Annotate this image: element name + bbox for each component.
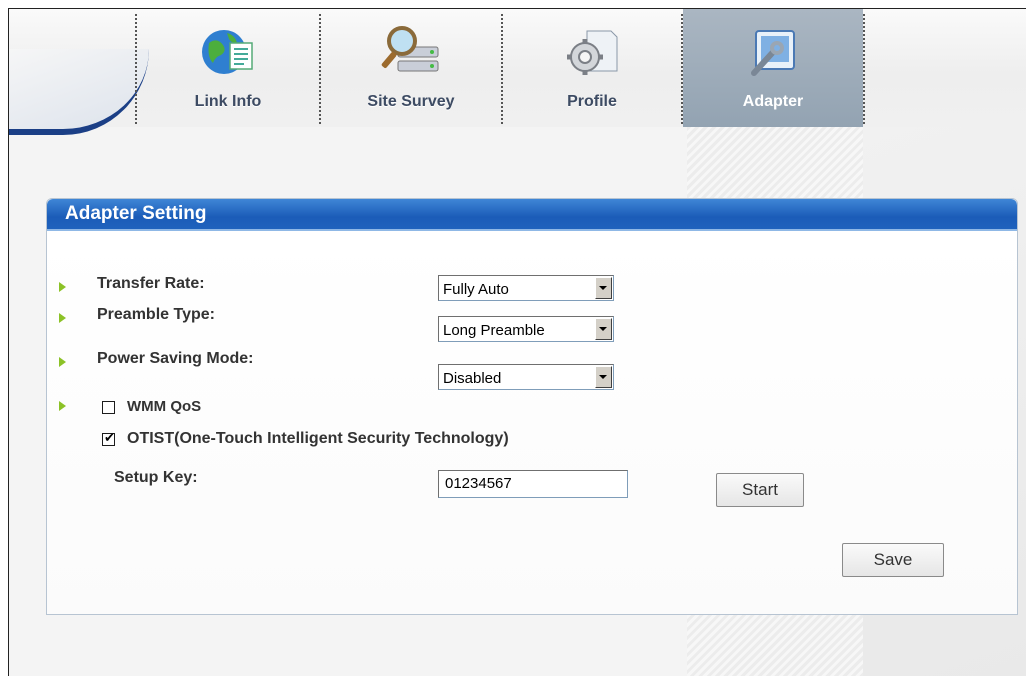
setup-key-input[interactable]: 01234567 — [438, 470, 628, 498]
tab-label: Profile — [567, 93, 617, 110]
wmm-qos-label: WMM QoS — [127, 398, 202, 415]
panel-header: Adapter Setting — [47, 199, 1017, 231]
tab-label: Site Survey — [367, 93, 455, 110]
otist-checkbox[interactable]: ✔ — [102, 431, 115, 446]
chevron-down-icon[interactable] — [595, 366, 612, 388]
start-button[interactable]: Start — [716, 473, 804, 507]
save-button[interactable]: Save — [842, 543, 944, 577]
otist-label: OTIST(One-Touch Intelligent Security Tec… — [127, 430, 509, 447]
preamble-type-select[interactable]: Long Preamble — [438, 316, 614, 342]
tab-profile[interactable]: Profile — [503, 9, 681, 127]
adapter-setting-panel: Adapter Setting Transfer Rate: Fully Aut… — [46, 198, 1018, 615]
toolbar: Link Info Site Survey Profile Adapter — [9, 9, 1026, 135]
tab-link-info[interactable]: Link Info — [137, 9, 319, 127]
select-value: Long Preamble — [443, 322, 545, 339]
select-value: Disabled — [443, 370, 502, 387]
magnifier-network-icon — [381, 26, 439, 72]
tab-separator — [863, 14, 865, 124]
bullet-arrow-icon — [59, 313, 66, 323]
setup-key-label: Setup Key: — [114, 469, 198, 486]
checkmark-icon: ✔ — [104, 431, 115, 446]
globe-document-icon — [202, 30, 253, 74]
chevron-down-icon[interactable] — [595, 277, 612, 299]
brand-swoosh — [9, 49, 149, 135]
transfer-rate-label: Transfer Rate: — [97, 275, 205, 292]
bullet-arrow-icon — [59, 282, 66, 292]
bullet-arrow-icon — [59, 401, 66, 411]
power-saving-mode-label: Power Saving Mode: — [97, 350, 254, 367]
app-window: Link Info Site Survey Profile Adapter Ad… — [8, 8, 1026, 676]
gear-page-icon — [567, 30, 618, 75]
tab-label: Link Info — [194, 93, 262, 110]
transfer-rate-select[interactable]: Fully Auto — [438, 275, 614, 301]
tab-label: Adapter — [742, 93, 804, 110]
bullet-arrow-icon — [59, 357, 66, 367]
tab-site-survey[interactable]: Site Survey — [321, 9, 501, 127]
select-value: Fully Auto — [443, 281, 509, 298]
preamble-type-label: Preamble Type: — [97, 306, 215, 323]
chevron-down-icon[interactable] — [595, 318, 612, 340]
wrench-screen-icon — [751, 30, 795, 76]
power-saving-mode-select[interactable]: Disabled — [438, 364, 614, 390]
tab-adapter[interactable]: Adapter — [683, 9, 863, 127]
wmm-qos-checkbox[interactable] — [102, 401, 115, 414]
panel-body: Transfer Rate: Fully Auto Preamble Type:… — [47, 231, 1017, 614]
panel-title: Adapter Setting — [65, 203, 207, 224]
